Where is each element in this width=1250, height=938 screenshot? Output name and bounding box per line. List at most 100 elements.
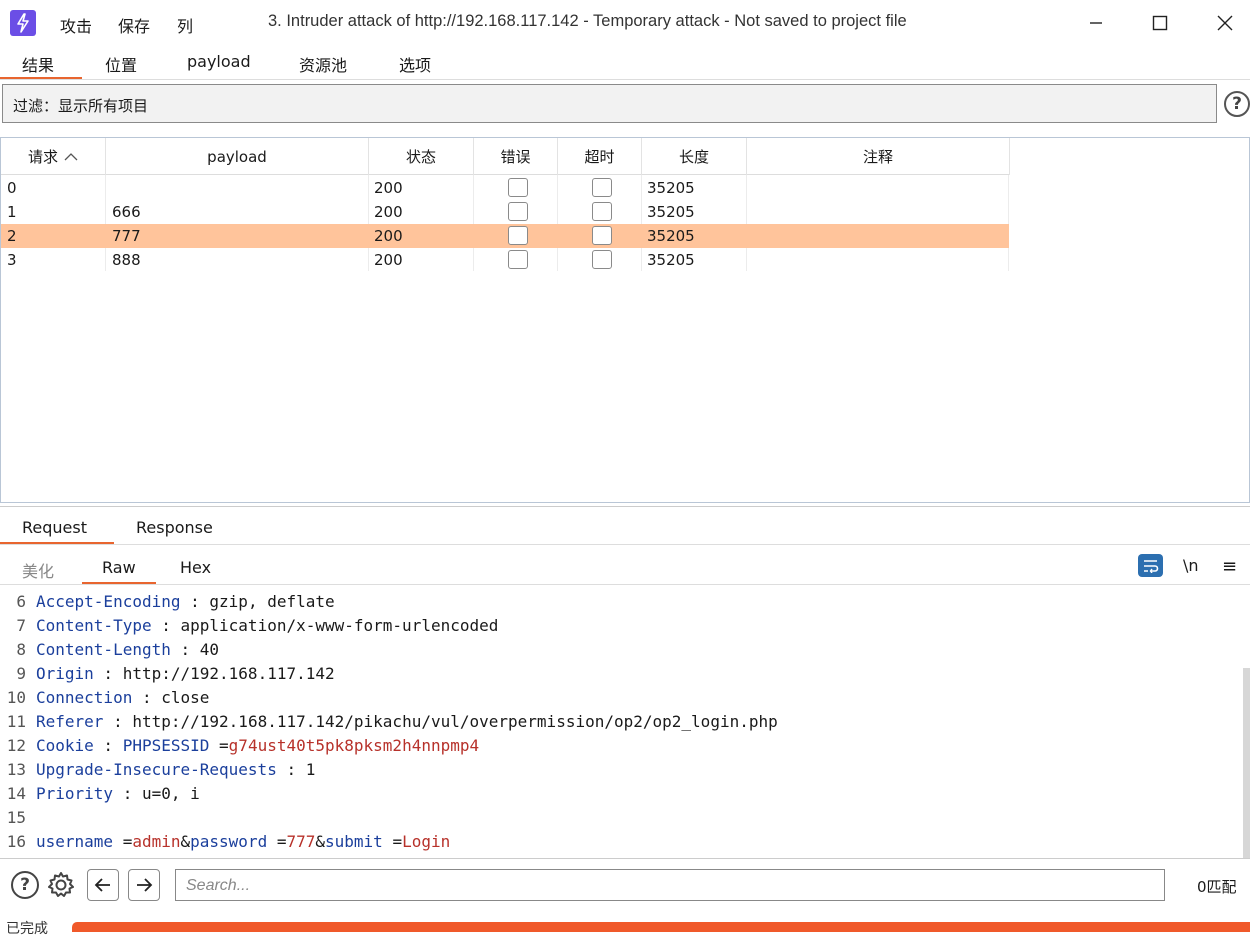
header-value: gzip, deflate — [209, 592, 335, 611]
header-separator: : — [151, 616, 181, 635]
line-code: Cookie : PHPSESSID =g74ust40t5pk8pksm2h4… — [36, 736, 479, 755]
column-header-status[interactable]: 状态 — [369, 138, 474, 175]
cell-length: 35205 — [647, 227, 695, 245]
table-row[interactable]: 0 200 35205 — [1, 176, 1009, 200]
menu-attack[interactable]: 攻击 — [60, 13, 92, 37]
error-checkbox[interactable] — [508, 202, 528, 221]
column-header-payload[interactable]: payload — [106, 138, 369, 175]
results-table: 请求 payload 状态 错误 超时 长度 注释 0 200 35205 1 666 2… — [0, 137, 1250, 503]
timeout-checkbox[interactable] — [592, 250, 612, 269]
search-box[interactable] — [175, 869, 1165, 901]
gear-icon[interactable] — [46, 870, 76, 900]
header-value: application/x-www-form-urlencoded — [180, 616, 499, 635]
tab-pretty[interactable]: 美化 — [22, 558, 54, 582]
line-code: Content-Type : application/x-www-form-ur… — [36, 616, 498, 635]
previous-button[interactable] — [87, 869, 119, 901]
tab-raw[interactable]: Raw — [102, 558, 136, 577]
tab-results[interactable]: 结果 — [22, 52, 54, 76]
help-icon[interactable]: ? — [1224, 91, 1250, 117]
tab-positions[interactable]: 位置 — [105, 52, 137, 76]
column-header-timeout[interactable]: 超时 — [558, 138, 642, 175]
tab-options[interactable]: 选项 — [399, 52, 431, 76]
filter-bar[interactable]: 过滤：显示所有项目 — [2, 84, 1217, 123]
timeout-checkbox[interactable] — [592, 178, 612, 197]
line-number: 10 — [6, 688, 26, 707]
cookie-value: g74ust40t5pk8pksm2h4nnpmp4 — [228, 736, 480, 755]
column-header-error[interactable]: 错误 — [474, 138, 558, 175]
tab-response[interactable]: Response — [136, 518, 213, 537]
table-row[interactable]: 1 666 200 35205 — [1, 200, 1009, 224]
header-separator: : — [180, 592, 210, 611]
column-header-length[interactable]: 长度 — [642, 138, 747, 175]
search-input[interactable] — [186, 875, 1146, 897]
timeout-checkbox[interactable] — [592, 226, 612, 245]
line-number: 13 — [6, 760, 26, 779]
tab-request[interactable]: Request — [22, 518, 87, 537]
header-separator: : — [132, 688, 162, 707]
header-separator: : — [93, 664, 123, 683]
cell-status: 200 — [374, 203, 403, 221]
chevron-up-icon — [64, 152, 78, 160]
request-editor[interactable]: 6 Accept-Encoding : gzip, deflate 7 Content… — [0, 586, 1243, 858]
word-wrap-icon[interactable] — [1138, 554, 1163, 577]
cell-status: 200 — [374, 251, 403, 269]
status-text: 已完成 — [6, 921, 48, 937]
divider — [0, 584, 1250, 585]
header-separator: : — [170, 640, 200, 659]
header-name: Connection — [36, 688, 133, 707]
line-number: 8 — [16, 640, 26, 659]
param-equals: = — [113, 832, 133, 851]
menu-columns[interactable]: 列 — [177, 13, 193, 37]
minimize-icon — [1090, 22, 1102, 24]
tab-resource-pool[interactable]: 资源池 — [299, 52, 347, 76]
line-code: Priority : u=0, i — [36, 784, 200, 803]
tab-payloads[interactable]: payload — [187, 52, 251, 71]
minimize-button[interactable] — [1076, 8, 1116, 38]
timeout-checkbox[interactable] — [592, 202, 612, 221]
table-row[interactable]: 2 777 200 35205 — [1, 224, 1009, 248]
close-button[interactable] — [1205, 8, 1245, 38]
cell-status: 200 — [374, 179, 403, 197]
divider — [0, 79, 1250, 80]
header-value: close — [161, 688, 210, 707]
tab-hex[interactable]: Hex — [180, 558, 211, 577]
editor-scrollbar[interactable] — [1243, 668, 1250, 858]
error-checkbox[interactable] — [508, 178, 528, 197]
help-icon[interactable]: ? — [11, 871, 39, 899]
param-name: password — [190, 832, 268, 851]
error-checkbox[interactable] — [508, 226, 528, 245]
line-number: 14 — [6, 784, 26, 803]
match-count: 0匹配 — [1197, 878, 1237, 896]
title-bar: 攻击 保存 列 3. Intruder attack of http://192… — [0, 0, 1250, 46]
table-row[interactable]: 3 888 200 35205 — [1, 248, 1009, 272]
arrow-right-icon — [137, 878, 153, 892]
menu-save[interactable]: 保存 — [118, 13, 150, 37]
line-code: Origin : http://192.168.117.142 — [36, 664, 335, 683]
header-name: Priority — [36, 784, 114, 803]
divider — [0, 858, 1250, 859]
param-name: username — [36, 832, 114, 851]
line-code: Connection : close — [36, 688, 209, 707]
progress-bar — [72, 922, 1250, 932]
divider — [0, 506, 1250, 507]
line-number: 15 — [6, 808, 26, 827]
cell-length: 35205 — [647, 251, 695, 269]
maximize-button[interactable] — [1140, 8, 1180, 38]
cell-length: 35205 — [647, 203, 695, 221]
cell-payload: 666 — [112, 203, 141, 221]
column-header-request[interactable]: 请求 — [1, 138, 106, 175]
table-header: 请求 payload 状态 错误 超时 长度 注释 — [1, 138, 1010, 175]
column-header-comment[interactable]: 注释 — [747, 138, 1010, 175]
header-value: http://192.168.117.142/pikachu/vul/overp… — [132, 712, 778, 731]
param-value: 777 — [286, 832, 316, 851]
header-value: 1 — [305, 760, 316, 779]
header-name: Referer — [36, 712, 104, 731]
param-separator: & — [180, 832, 191, 851]
next-button[interactable] — [128, 869, 160, 901]
cell-payload: 777 — [112, 227, 141, 245]
error-checkbox[interactable] — [508, 250, 528, 269]
menu-icon[interactable]: ≡ — [1222, 556, 1237, 577]
burp-logo-icon — [10, 10, 36, 36]
line-number: 11 — [6, 712, 26, 731]
show-newlines-icon[interactable]: \n — [1183, 556, 1199, 575]
